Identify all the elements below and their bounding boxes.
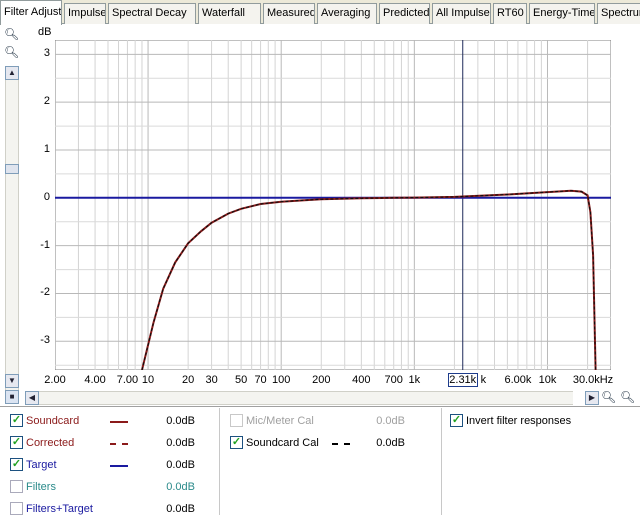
x-tick-label: 2.00 xyxy=(44,374,66,386)
x-tick-label: 400 xyxy=(352,374,371,386)
legend-row-filters-target: Filters+Target 0.0dB xyxy=(10,502,220,515)
soundcard-value: 0.0dB xyxy=(166,415,195,427)
legend-row-filters: Filters 0.0dB xyxy=(10,480,220,498)
legend-divider xyxy=(441,408,442,515)
horizontal-scrollbar[interactable] xyxy=(39,391,573,405)
zoom-in-icon[interactable]: 🔍︎ xyxy=(4,28,20,44)
target-label: Target xyxy=(26,459,57,471)
y-axis-label: dB xyxy=(38,26,52,38)
tab-spectrum[interactable]: Spectrum xyxy=(597,3,640,24)
tab-spectral-decay[interactable]: Spectral Decay xyxy=(108,3,196,24)
scroll-down-button[interactable]: ▼ xyxy=(5,374,19,388)
zoom-out-x-icon[interactable]: 🔍︎ xyxy=(620,391,636,407)
y-tick-label: 2 xyxy=(43,95,50,108)
mic-meter-cal-label: Mic/Meter Cal xyxy=(246,415,314,427)
corrected-value: 0.0dB xyxy=(166,437,195,449)
legend-row-target: ✓ Target 0.0dB xyxy=(10,458,220,476)
tab-averaging[interactable]: Averaging xyxy=(317,3,377,24)
soundcard-checkbox[interactable]: ✓ xyxy=(10,414,23,427)
x-tick-label: 20 xyxy=(182,374,195,386)
scroll-right-button[interactable]: ▶ xyxy=(585,391,599,405)
soundcard-line-swatch xyxy=(110,421,128,423)
x-tick-label: 1k xyxy=(408,374,421,386)
x-tick-label: 700 xyxy=(384,374,403,386)
tab-rt60[interactable]: RT60 xyxy=(493,3,527,24)
target-value: 0.0dB xyxy=(166,459,195,471)
mic-meter-cal-checkbox[interactable] xyxy=(230,414,243,427)
filters-target-label: Filters+Target xyxy=(26,503,93,515)
y-tick-label: -2 xyxy=(40,286,50,299)
x-tick-label: 10k xyxy=(538,374,557,386)
zoom-out-icon[interactable]: 🔍︎ xyxy=(4,46,20,62)
legend-row-soundcard: ✓ Soundcard 0.0dB xyxy=(10,414,220,432)
legend-row-invert-filter-responses: ✓ Invert filter responses xyxy=(450,414,630,432)
tab-all-impulses[interactable]: All Impulses xyxy=(432,3,491,24)
plot-frame xyxy=(55,40,611,370)
soundcard-label: Soundcard xyxy=(26,415,80,427)
tab-energy-time[interactable]: Energy-Time xyxy=(529,3,595,24)
mic-meter-cal-value: 0.0dB xyxy=(376,415,405,427)
x-tick-label: 30 xyxy=(205,374,218,386)
legend-row-mic-meter-cal: Mic/Meter Cal 0.0dB xyxy=(230,414,440,432)
tab-bar: Filter Adjust Impulse Spectral Decay Waterf… xyxy=(0,0,640,25)
tab-impulse[interactable]: Impulse xyxy=(64,3,106,24)
frequency-response-plot[interactable] xyxy=(55,40,611,370)
tab-measured[interactable]: Measured xyxy=(263,3,315,24)
y-tick-label: 1 xyxy=(43,143,50,155)
corrected-checkbox[interactable]: ✓ xyxy=(10,436,23,449)
soundcard-cal-value: 0.0dB xyxy=(376,437,405,449)
x-tick-label: 200 xyxy=(312,374,331,386)
y-tick-label: -1 xyxy=(40,238,50,251)
tab-waterfall[interactable]: Waterfall xyxy=(198,3,261,24)
soundcard-cal-checkbox[interactable]: ✓ xyxy=(230,436,243,449)
target-checkbox[interactable]: ✓ xyxy=(10,458,23,471)
x-tick-label: 4.00 xyxy=(84,374,106,386)
x-tick-label: 50 xyxy=(234,374,248,386)
scroll-up-button[interactable]: ▲ xyxy=(5,66,19,80)
x-tick-label: 70 xyxy=(254,374,267,386)
scroll-thumb[interactable] xyxy=(5,164,19,174)
x-tick-label: 7.00 xyxy=(116,374,139,386)
vertical-scrollbar[interactable]: ▲ xyxy=(5,66,19,391)
save-icon[interactable]: ■ xyxy=(5,390,19,404)
filters-target-value: 0.0dB xyxy=(166,503,195,515)
filters-target-checkbox[interactable] xyxy=(10,502,23,515)
x-tick-label: 6.00k xyxy=(504,374,532,386)
zoom-in-x-icon[interactable]: 🔍︎ xyxy=(601,391,617,407)
corrected-label: Corrected xyxy=(26,437,75,449)
filters-value: 0.0dB xyxy=(166,481,195,493)
x-tick-label: 10 xyxy=(141,374,155,386)
x-tick-label: k xyxy=(480,374,487,386)
y-tick-label: -3 xyxy=(40,334,50,347)
target-line-swatch xyxy=(110,465,128,467)
filters-checkbox[interactable] xyxy=(10,480,23,493)
y-tick-label: 0 xyxy=(43,190,50,203)
tab-predicted[interactable]: Predicted xyxy=(379,3,430,24)
invert-filter-responses-checkbox[interactable]: ✓ xyxy=(450,414,463,427)
soundcard-cal-line-swatch xyxy=(332,443,350,445)
legend-row-corrected: ✓ Corrected 0.0dB xyxy=(10,436,220,454)
legend-row-soundcard-cal: ✓ Soundcard Cal 0.0dB xyxy=(230,436,440,454)
y-tick-label: 3 xyxy=(43,47,50,60)
tab-filter-adjust[interactable]: Filter Adjust xyxy=(0,0,62,25)
soundcard-cal-label: Soundcard Cal xyxy=(246,437,319,449)
invert-filter-responses-label: Invert filter responses xyxy=(466,415,572,427)
filters-label: Filters xyxy=(26,481,56,493)
x-tick-label: 100 xyxy=(272,374,291,386)
x-tick-label: 30.0kHz xyxy=(572,374,614,386)
scroll-left-button[interactable]: ◀ xyxy=(25,391,39,405)
cursor-frequency-readout[interactable]: 2.31k xyxy=(447,373,478,387)
corrected-line-swatch xyxy=(110,443,128,445)
